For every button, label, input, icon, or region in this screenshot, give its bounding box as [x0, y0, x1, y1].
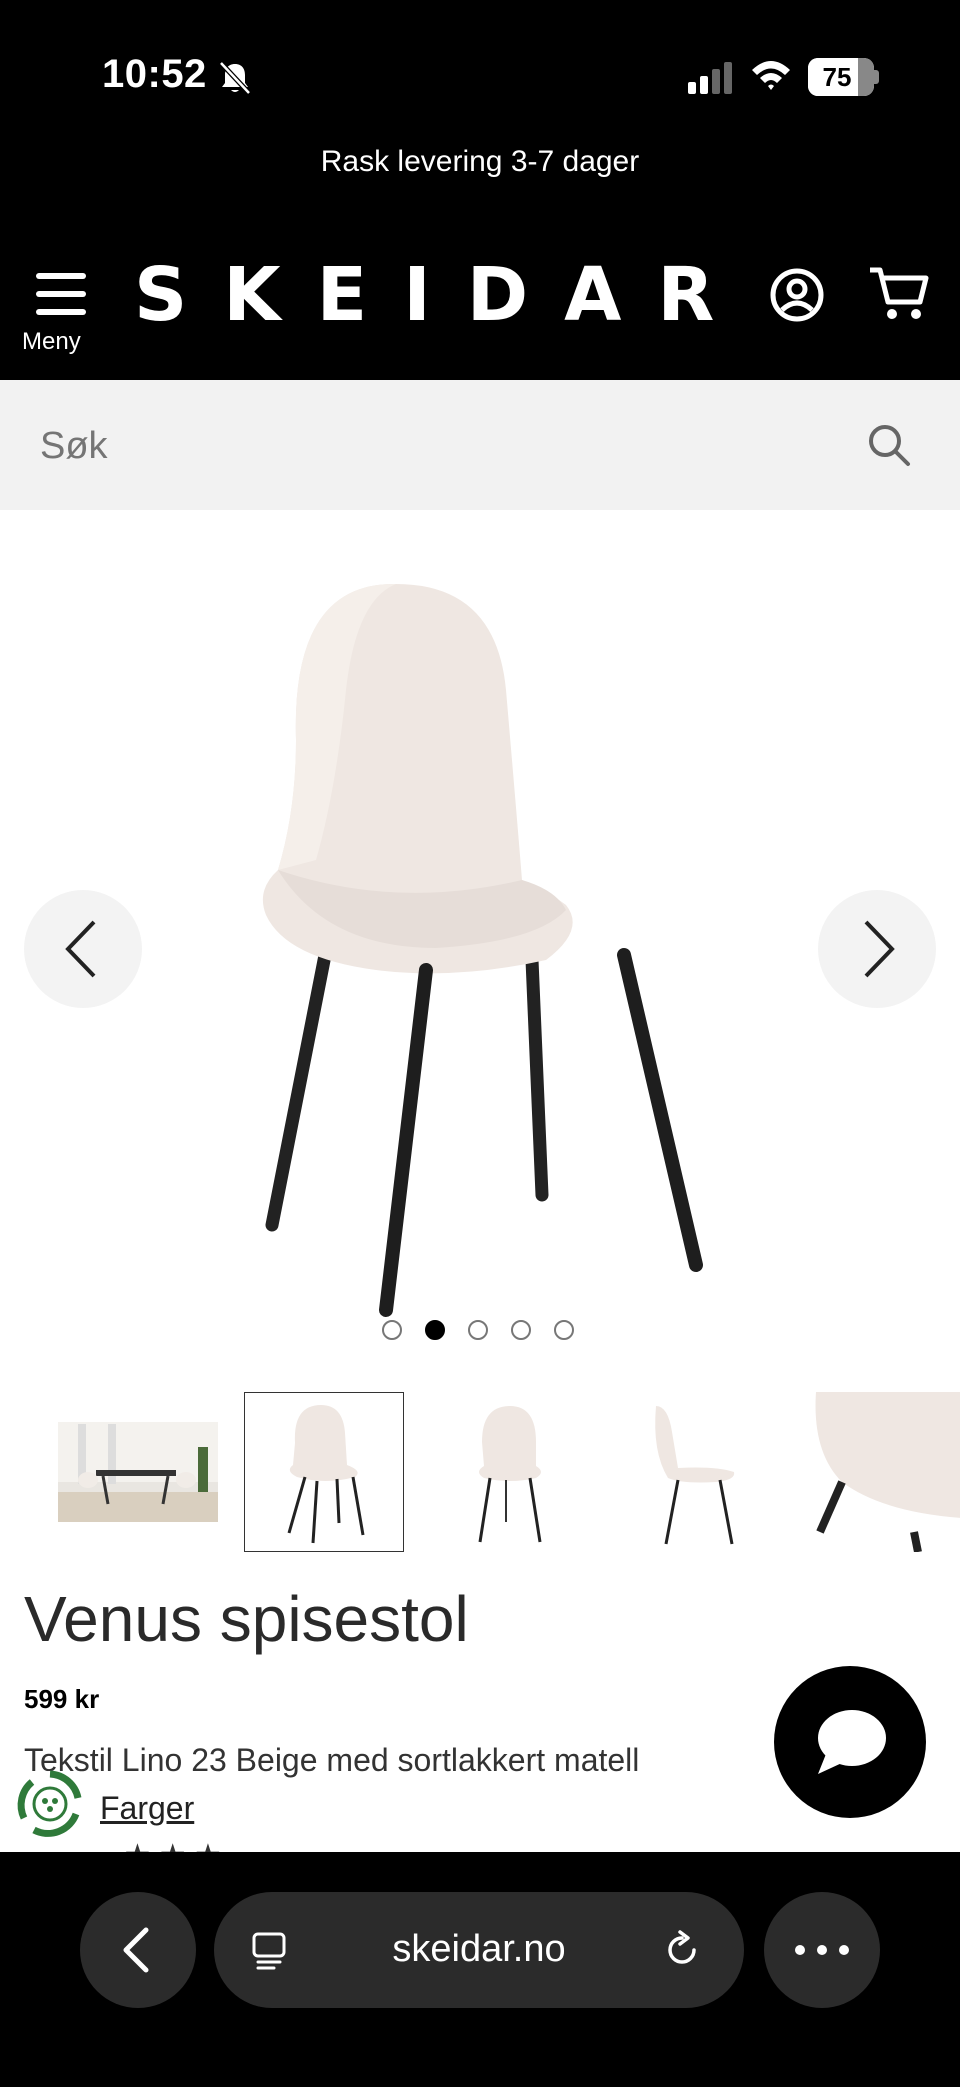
- battery-nub: [874, 70, 879, 84]
- gallery-dot[interactable]: [511, 1320, 531, 1340]
- gallery-dots: [380, 1320, 580, 1344]
- battery-level: 75: [822, 62, 852, 92]
- thumbnail-strip: [0, 1390, 960, 1555]
- browser-back-button[interactable]: [80, 1892, 196, 2008]
- chevron-right-icon: [864, 920, 895, 978]
- thumbnail-chair-side[interactable]: [430, 1392, 590, 1552]
- more-icon: [795, 1945, 849, 1955]
- chat-bubble-icon: [818, 1710, 886, 1774]
- signal-icon: [688, 62, 732, 94]
- promo-banner[interactable]: Rask levering 3-7 dager: [0, 145, 960, 179]
- gallery-dot[interactable]: [382, 1320, 402, 1340]
- gallery-dot-active[interactable]: [425, 1320, 445, 1340]
- wifi-icon: [752, 61, 790, 90]
- search-bar: [0, 380, 960, 510]
- rating-stars: ★ ★ ★: [124, 1838, 221, 1852]
- chat-button[interactable]: [774, 1666, 926, 1818]
- gallery-next-button[interactable]: [818, 890, 936, 1008]
- bell-slash-icon: [219, 61, 251, 95]
- cart-icon[interactable]: [868, 264, 930, 322]
- product-main-image[interactable]: [236, 570, 716, 1330]
- reload-icon[interactable]: [662, 1930, 702, 1970]
- battery-icon: 75: [808, 58, 874, 96]
- thumbnail-chair-front[interactable]: [244, 1392, 404, 1552]
- gallery-dot[interactable]: [468, 1320, 488, 1340]
- chevron-left-icon: [65, 920, 96, 978]
- browser-more-button[interactable]: [764, 1892, 880, 2008]
- product-variant: Tekstil Lino 23 Beige med sortlakkert ma…: [24, 1742, 640, 1778]
- chevron-left-icon: [123, 1927, 149, 1973]
- eco-badge-icon[interactable]: [14, 1768, 86, 1840]
- top-header-area: 10:52 75 Rask levering 3-7 dager Meny SK…: [0, 0, 960, 380]
- thumbnail-chair-profile[interactable]: [616, 1392, 776, 1552]
- browser-address-bar[interactable]: skeidar.no: [214, 1892, 744, 2008]
- search-input[interactable]: [38, 410, 822, 482]
- account-icon[interactable]: [770, 268, 824, 322]
- thumbnail-room[interactable]: [58, 1392, 218, 1552]
- colors-link[interactable]: Farger: [100, 1790, 194, 1827]
- menu-label: Meny: [22, 328, 81, 355]
- site-logo[interactable]: SKEIDAR: [134, 252, 750, 338]
- gallery-dot[interactable]: [554, 1320, 574, 1340]
- product-price: 599 kr: [24, 1684, 100, 1714]
- browser-toolbar: skeidar.no: [0, 1852, 960, 2087]
- gallery-prev-button[interactable]: [24, 890, 142, 1008]
- status-time: 10:52: [102, 52, 207, 96]
- search-icon[interactable]: [866, 422, 912, 468]
- product-title: Venus spisestol: [24, 1583, 469, 1655]
- thumbnail-chair-detail[interactable]: [802, 1392, 960, 1552]
